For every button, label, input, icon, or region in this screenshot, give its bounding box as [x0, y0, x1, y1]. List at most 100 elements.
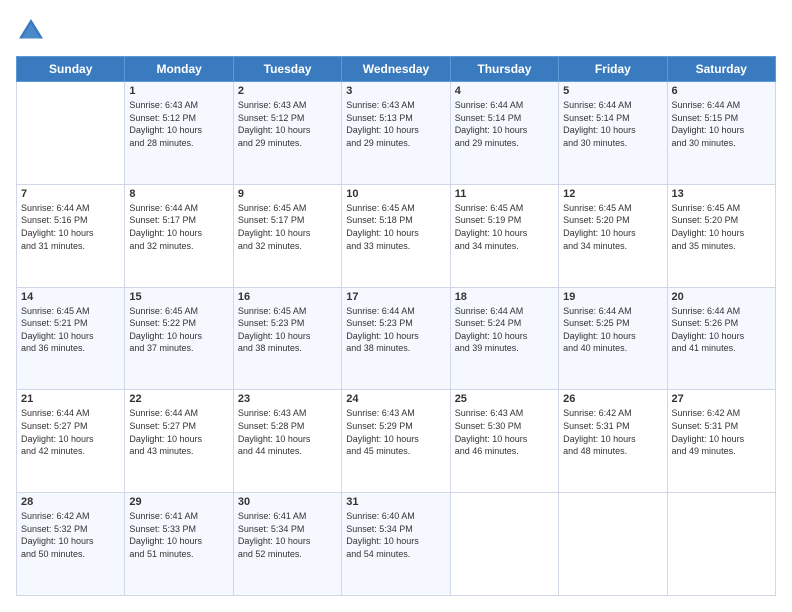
day-info: Sunrise: 6:45 AM Sunset: 5:20 PM Dayligh… [672, 202, 771, 252]
calendar-cell: 18 Sunrise: 6:44 AM Sunset: 5:24 PM Dayli… [450, 287, 558, 390]
day-info: Sunrise: 6:44 AM Sunset: 5:16 PM Dayligh… [21, 202, 120, 252]
day-number: 10 [346, 188, 445, 200]
week-row-2: 14 Sunrise: 6:45 AM Sunset: 5:21 PM Dayli… [17, 287, 776, 390]
day-info: Sunrise: 6:41 AM Sunset: 5:33 PM Dayligh… [129, 510, 228, 560]
day-info: Sunrise: 6:43 AM Sunset: 5:29 PM Dayligh… [346, 407, 445, 457]
calendar-cell [667, 493, 775, 596]
day-number: 1 [129, 85, 228, 97]
weekday-header-saturday: Saturday [667, 57, 775, 82]
day-number: 30 [238, 496, 337, 508]
day-info: Sunrise: 6:41 AM Sunset: 5:34 PM Dayligh… [238, 510, 337, 560]
day-number: 20 [672, 291, 771, 303]
day-number: 4 [455, 85, 554, 97]
calendar-cell: 9Sunrise: 6:45 AM Sunset: 5:17 PM Daylig… [233, 184, 341, 287]
calendar-cell: 6 Sunrise: 6:44 AM Sunset: 5:15 PM Daylig… [667, 82, 775, 185]
day-info: Sunrise: 6:44 AM Sunset: 5:27 PM Dayligh… [129, 407, 228, 457]
day-info: Sunrise: 6:44 AM Sunset: 5:27 PM Dayligh… [21, 407, 120, 457]
calendar-table: SundayMondayTuesdayWednesdayThursdayFrid… [16, 56, 776, 596]
weekday-header-row: SundayMondayTuesdayWednesdayThursdayFrid… [17, 57, 776, 82]
calendar-cell: 31 Sunrise: 6:40 AM Sunset: 5:34 PM Dayli… [342, 493, 450, 596]
day-info: Sunrise: 6:44 AM Sunset: 5:15 PM Dayligh… [672, 99, 771, 149]
day-number: 31 [346, 496, 445, 508]
calendar-cell [559, 493, 667, 596]
calendar-cell: 14 Sunrise: 6:45 AM Sunset: 5:21 PM Dayli… [17, 287, 125, 390]
calendar-cell: 4 Sunrise: 6:44 AM Sunset: 5:14 PM Daylig… [450, 82, 558, 185]
calendar-cell: 26 Sunrise: 6:42 AM Sunset: 5:31 PM Dayli… [559, 390, 667, 493]
day-number: 5 [563, 85, 662, 97]
calendar-cell: 7 Sunrise: 6:44 AM Sunset: 5:16 PM Daylig… [17, 184, 125, 287]
day-number: 6 [672, 85, 771, 97]
calendar-cell: 24 Sunrise: 6:43 AM Sunset: 5:29 PM Dayli… [342, 390, 450, 493]
calendar-cell [17, 82, 125, 185]
calendar-cell: 5 Sunrise: 6:44 AM Sunset: 5:14 PM Daylig… [559, 82, 667, 185]
calendar-cell: 28 Sunrise: 6:42 AM Sunset: 5:32 PM Dayli… [17, 493, 125, 596]
calendar-cell: 17Sunrise: 6:44 AM Sunset: 5:23 PM Dayli… [342, 287, 450, 390]
day-info: Sunrise: 6:43 AM Sunset: 5:13 PM Dayligh… [346, 99, 445, 149]
calendar-cell: 16 Sunrise: 6:45 AM Sunset: 5:23 PM Dayli… [233, 287, 341, 390]
day-number: 29 [129, 496, 228, 508]
calendar-cell: 19Sunrise: 6:44 AM Sunset: 5:25 PM Dayli… [559, 287, 667, 390]
day-info: Sunrise: 6:45 AM Sunset: 5:21 PM Dayligh… [21, 305, 120, 355]
day-number: 26 [563, 393, 662, 405]
week-row-3: 21 Sunrise: 6:44 AM Sunset: 5:27 PM Dayli… [17, 390, 776, 493]
day-number: 3 [346, 85, 445, 97]
day-info: Sunrise: 6:44 AM Sunset: 5:23 PM Dayligh… [346, 305, 445, 355]
day-info: Sunrise: 6:44 AM Sunset: 5:17 PM Dayligh… [129, 202, 228, 252]
day-number: 22 [129, 393, 228, 405]
calendar-cell: 2Sunrise: 6:43 AM Sunset: 5:12 PM Daylig… [233, 82, 341, 185]
day-number: 15 [129, 291, 228, 303]
weekday-header-monday: Monday [125, 57, 233, 82]
day-info: Sunrise: 6:43 AM Sunset: 5:28 PM Dayligh… [238, 407, 337, 457]
day-number: 12 [563, 188, 662, 200]
day-number: 19 [563, 291, 662, 303]
calendar-cell: 23 Sunrise: 6:43 AM Sunset: 5:28 PM Dayli… [233, 390, 341, 493]
day-info: Sunrise: 6:44 AM Sunset: 5:14 PM Dayligh… [563, 99, 662, 149]
weekday-header-tuesday: Tuesday [233, 57, 341, 82]
weekday-header-thursday: Thursday [450, 57, 558, 82]
day-info: Sunrise: 6:43 AM Sunset: 5:30 PM Dayligh… [455, 407, 554, 457]
day-number: 7 [21, 188, 120, 200]
day-info: Sunrise: 6:44 AM Sunset: 5:26 PM Dayligh… [672, 305, 771, 355]
day-number: 24 [346, 393, 445, 405]
day-number: 14 [21, 291, 120, 303]
day-info: Sunrise: 6:45 AM Sunset: 5:19 PM Dayligh… [455, 202, 554, 252]
calendar-cell: 3 Sunrise: 6:43 AM Sunset: 5:13 PM Daylig… [342, 82, 450, 185]
day-number: 28 [21, 496, 120, 508]
calendar-cell: 25 Sunrise: 6:43 AM Sunset: 5:30 PM Dayli… [450, 390, 558, 493]
day-info: Sunrise: 6:44 AM Sunset: 5:14 PM Dayligh… [455, 99, 554, 149]
weekday-header-wednesday: Wednesday [342, 57, 450, 82]
week-row-0: 1 Sunrise: 6:43 AM Sunset: 5:12 PM Daylig… [17, 82, 776, 185]
day-info: Sunrise: 6:45 AM Sunset: 5:17 PM Dayligh… [238, 202, 337, 252]
day-number: 18 [455, 291, 554, 303]
day-info: Sunrise: 6:40 AM Sunset: 5:34 PM Dayligh… [346, 510, 445, 560]
calendar-cell: 20 Sunrise: 6:44 AM Sunset: 5:26 PM Dayli… [667, 287, 775, 390]
logo-icon [16, 16, 46, 46]
day-info: Sunrise: 6:45 AM Sunset: 5:22 PM Dayligh… [129, 305, 228, 355]
calendar-cell: 1 Sunrise: 6:43 AM Sunset: 5:12 PM Daylig… [125, 82, 233, 185]
day-number: 21 [21, 393, 120, 405]
day-info: Sunrise: 6:45 AM Sunset: 5:20 PM Dayligh… [563, 202, 662, 252]
weekday-header-friday: Friday [559, 57, 667, 82]
calendar-cell: 21 Sunrise: 6:44 AM Sunset: 5:27 PM Dayli… [17, 390, 125, 493]
calendar-cell [450, 493, 558, 596]
day-number: 13 [672, 188, 771, 200]
day-number: 27 [672, 393, 771, 405]
calendar-cell: 22 Sunrise: 6:44 AM Sunset: 5:27 PM Dayli… [125, 390, 233, 493]
day-number: 2 [238, 85, 337, 97]
calendar-cell: 11Sunrise: 6:45 AM Sunset: 5:19 PM Dayli… [450, 184, 558, 287]
day-info: Sunrise: 6:44 AM Sunset: 5:24 PM Dayligh… [455, 305, 554, 355]
week-row-1: 7 Sunrise: 6:44 AM Sunset: 5:16 PM Daylig… [17, 184, 776, 287]
day-number: 23 [238, 393, 337, 405]
calendar-cell: 8 Sunrise: 6:44 AM Sunset: 5:17 PM Daylig… [125, 184, 233, 287]
calendar-cell: 27Sunrise: 6:42 AM Sunset: 5:31 PM Dayli… [667, 390, 775, 493]
day-info: Sunrise: 6:42 AM Sunset: 5:31 PM Dayligh… [563, 407, 662, 457]
day-info: Sunrise: 6:45 AM Sunset: 5:23 PM Dayligh… [238, 305, 337, 355]
day-number: 16 [238, 291, 337, 303]
calendar-cell: 10Sunrise: 6:45 AM Sunset: 5:18 PM Dayli… [342, 184, 450, 287]
day-info: Sunrise: 6:43 AM Sunset: 5:12 PM Dayligh… [129, 99, 228, 149]
header [16, 16, 776, 46]
day-info: Sunrise: 6:42 AM Sunset: 5:32 PM Dayligh… [21, 510, 120, 560]
day-number: 25 [455, 393, 554, 405]
day-number: 8 [129, 188, 228, 200]
logo [16, 16, 50, 46]
